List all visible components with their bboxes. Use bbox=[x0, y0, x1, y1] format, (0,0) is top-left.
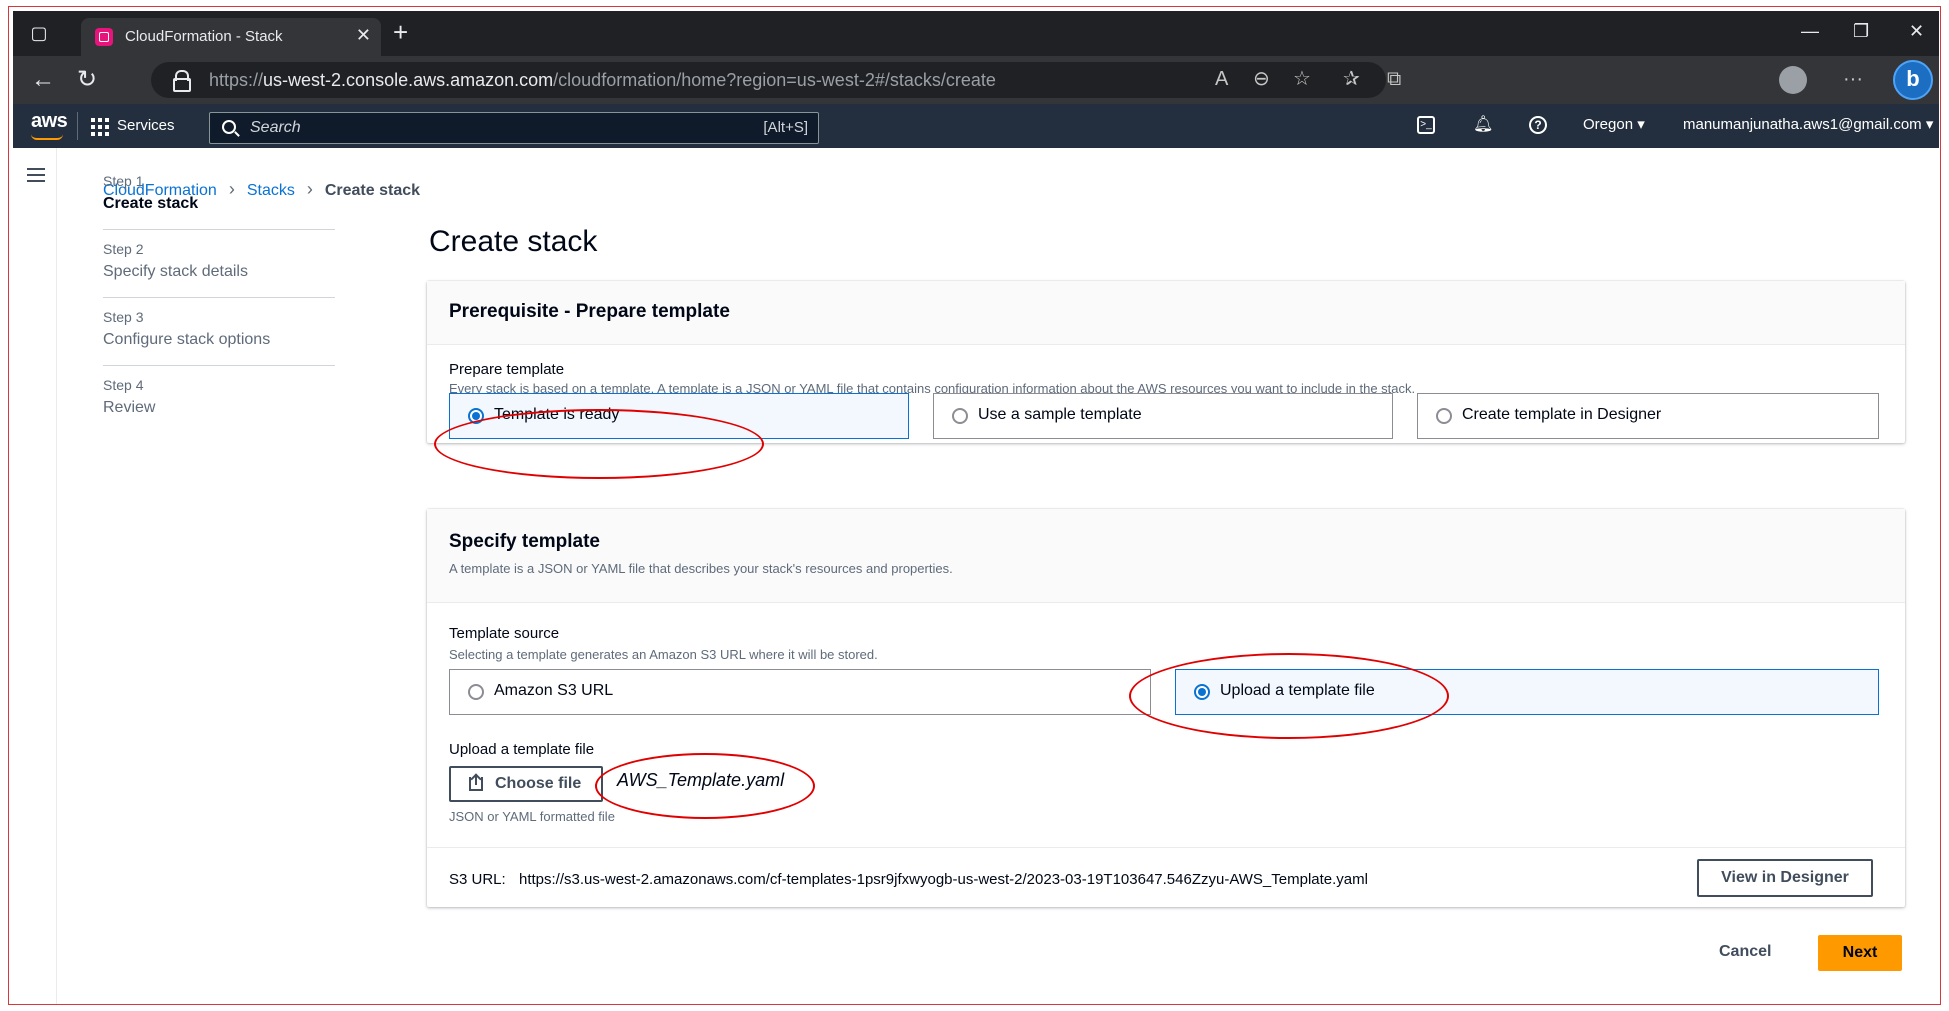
services-menu[interactable]: Services bbox=[117, 117, 175, 134]
profile-avatar-icon[interactable] bbox=[1779, 66, 1807, 94]
radio-unselected[interactable] bbox=[952, 408, 968, 424]
wizard-step-2: Step 2 Specify stack details bbox=[103, 241, 333, 281]
zoom-icon[interactable]: ⊖ bbox=[1253, 68, 1270, 90]
console-search-input[interactable]: Search [Alt+S] bbox=[209, 112, 819, 144]
services-grid-icon[interactable] bbox=[91, 118, 109, 136]
upload-file-label: Upload a template file bbox=[449, 741, 595, 758]
account-menu[interactable]: manumanjunatha.aws1@gmail.com ▾ bbox=[1683, 115, 1933, 133]
option-label: Amazon S3 URL bbox=[494, 682, 614, 699]
url-input[interactable]: https://us-west-2.console.aws.amazon.com… bbox=[151, 62, 1386, 98]
choose-file-label: Choose file bbox=[495, 775, 582, 792]
specify-template-desc: A template is a JSON or YAML file that d… bbox=[449, 561, 953, 576]
aws-top-nav: aws Services Search [Alt+S] >_ 🔔︎ ? Oreg… bbox=[13, 104, 1939, 148]
search-icon bbox=[222, 120, 236, 134]
cloudformation-favicon-icon bbox=[95, 28, 113, 46]
specify-template-panel: Specify template A template is a JSON or… bbox=[427, 509, 1905, 907]
browser-address-bar: ← ↻ https://us-west-2.console.aws.amazon… bbox=[13, 56, 1939, 104]
step-label[interactable]: Configure stack options bbox=[103, 331, 333, 349]
prerequisite-title: Prerequisite - Prepare template bbox=[449, 301, 730, 322]
screenshot-frame: ▢ CloudFormation - Stack ✕ + — ❐ ✕ ← ↻ h… bbox=[8, 6, 1941, 1005]
minimize-icon[interactable]: — bbox=[1801, 21, 1819, 42]
radio-selected[interactable] bbox=[1194, 684, 1210, 700]
prerequisite-panel-header: Prerequisite - Prepare template bbox=[427, 281, 1905, 345]
selected-file-name: AWS_Template.yaml bbox=[617, 770, 785, 790]
collections-icon[interactable]: ⧉ bbox=[1387, 68, 1401, 90]
step-label[interactable]: Review bbox=[103, 399, 333, 417]
wizard-step-1: Step 1 Create stack bbox=[103, 173, 333, 213]
more-options-icon[interactable]: ··· bbox=[1843, 68, 1863, 90]
browser-tab[interactable]: CloudFormation - Stack ✕ bbox=[81, 18, 381, 56]
add-favorite-icon[interactable]: ☆ bbox=[1293, 68, 1311, 90]
choose-file-button[interactable]: Choose file bbox=[449, 766, 603, 802]
radio-selected[interactable] bbox=[468, 408, 484, 424]
wizard-step-4: Step 4 Review bbox=[103, 377, 333, 417]
url-prefix: https:// bbox=[209, 70, 264, 90]
option-amazon-s3-url[interactable]: Amazon S3 URL bbox=[449, 669, 1151, 715]
step-number: Step 2 bbox=[103, 241, 144, 257]
template-source-label: Template source bbox=[449, 625, 560, 642]
radio-unselected[interactable] bbox=[468, 684, 484, 700]
s3-url-label: S3 URL: bbox=[449, 871, 506, 888]
search-placeholder: Search bbox=[250, 119, 301, 136]
option-label: Upload a template file bbox=[1220, 682, 1375, 699]
option-template-is-ready[interactable]: Template is ready bbox=[449, 393, 909, 439]
back-icon[interactable]: ← bbox=[31, 66, 55, 94]
nav-divider bbox=[77, 112, 78, 140]
prepare-template-label: Prepare template bbox=[449, 361, 565, 378]
option-label: Create template in Designer bbox=[1462, 406, 1662, 423]
tab-actions-icon[interactable]: ▢ bbox=[27, 21, 51, 45]
help-icon[interactable]: ? bbox=[1529, 116, 1547, 134]
cloudshell-icon[interactable]: >_ bbox=[1417, 116, 1435, 134]
favorites-icon[interactable]: ✰ bbox=[1343, 68, 1360, 90]
specify-template-panel-header: Specify template A template is a JSON or… bbox=[427, 509, 1905, 603]
next-button[interactable]: Next bbox=[1818, 935, 1902, 971]
option-label: Template is ready bbox=[494, 406, 620, 423]
step-label: Create stack bbox=[103, 195, 199, 212]
aws-logo-smile bbox=[31, 134, 63, 140]
step-number: Step 1 bbox=[103, 173, 144, 189]
template-source-desc: Selecting a template generates an Amazon… bbox=[449, 647, 878, 662]
step-divider bbox=[103, 365, 335, 366]
breadcrumb-create-stack: Create stack bbox=[324, 182, 421, 199]
url-host: us-west-2.console.aws.amazon.com bbox=[263, 70, 554, 90]
view-in-designer-button[interactable]: View in Designer bbox=[1697, 859, 1873, 897]
radio-unselected[interactable] bbox=[1436, 408, 1452, 424]
s3-row-divider bbox=[427, 847, 1905, 848]
aws-logo[interactable]: aws bbox=[31, 110, 68, 133]
page-title: Create stack bbox=[429, 225, 598, 258]
hamburger-menu-icon[interactable] bbox=[27, 168, 45, 182]
close-window-icon[interactable]: ✕ bbox=[1909, 21, 1924, 42]
region-selector[interactable]: Oregon ▾ bbox=[1583, 115, 1645, 133]
upload-icon bbox=[469, 775, 483, 791]
refresh-icon[interactable]: ↻ bbox=[77, 66, 97, 94]
bing-icon[interactable]: b bbox=[1893, 60, 1933, 100]
side-nav-rail bbox=[13, 148, 57, 1004]
url-text: https://us-west-2.console.aws.amazon.com… bbox=[209, 70, 996, 91]
option-create-in-designer[interactable]: Create template in Designer bbox=[1417, 393, 1879, 439]
search-shortcut: [Alt+S] bbox=[763, 119, 808, 136]
file-format-hint: JSON or YAML formatted file bbox=[449, 809, 615, 824]
notifications-bell-icon[interactable]: 🔔︎ bbox=[1473, 116, 1493, 134]
specify-template-title: Specify template bbox=[449, 531, 600, 552]
browser-tab-bar: ▢ CloudFormation - Stack ✕ + — ❐ ✕ bbox=[13, 11, 1939, 56]
url-path: /cloudformation/home?region=us-west-2#/s… bbox=[553, 70, 996, 90]
step-divider bbox=[103, 297, 335, 298]
tab-title: CloudFormation - Stack bbox=[125, 28, 283, 45]
option-upload-template-file[interactable]: Upload a template file bbox=[1175, 669, 1879, 715]
step-number: Step 3 bbox=[103, 309, 144, 325]
step-label[interactable]: Specify stack details bbox=[103, 263, 333, 281]
option-label: Use a sample template bbox=[978, 406, 1142, 423]
lock-icon[interactable] bbox=[173, 70, 191, 92]
tab-close-icon[interactable]: ✕ bbox=[356, 25, 371, 46]
prerequisite-panel: Prerequisite - Prepare template Prepare … bbox=[427, 281, 1905, 443]
wizard-step-3: Step 3 Configure stack options bbox=[103, 309, 333, 349]
step-number: Step 4 bbox=[103, 377, 144, 393]
step-divider bbox=[103, 229, 335, 230]
cancel-button[interactable]: Cancel bbox=[1719, 943, 1771, 961]
new-tab-icon[interactable]: + bbox=[393, 19, 408, 45]
option-use-sample-template[interactable]: Use a sample template bbox=[933, 393, 1393, 439]
restore-icon[interactable]: ❐ bbox=[1853, 21, 1869, 42]
s3-url-value: https://s3.us-west-2.amazonaws.com/cf-te… bbox=[519, 871, 1368, 888]
read-aloud-icon[interactable]: A bbox=[1215, 68, 1228, 90]
